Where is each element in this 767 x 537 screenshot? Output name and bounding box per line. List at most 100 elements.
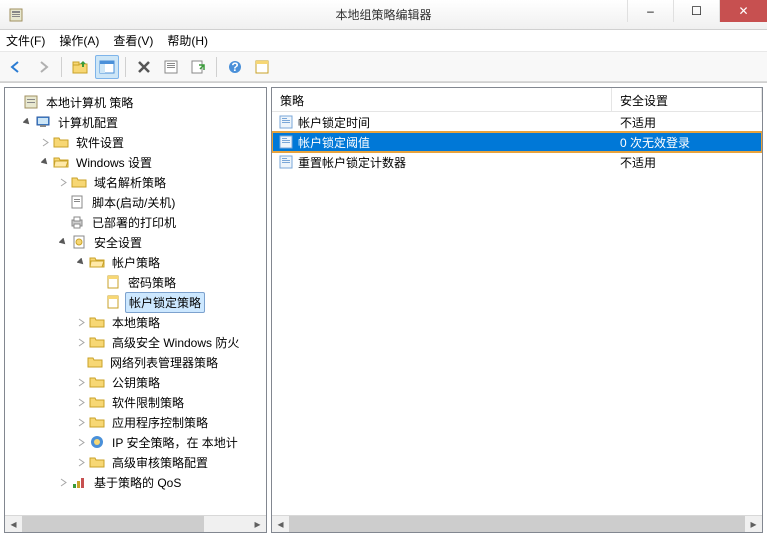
menubar: 文件(F) 操作(A) 查看(V) 帮助(H): [0, 30, 767, 52]
properties-button[interactable]: [159, 55, 183, 79]
menu-view[interactable]: 查看(V): [113, 32, 153, 49]
tree-account-lockout[interactable]: 帐户锁定策略: [9, 292, 266, 312]
toolbar: ?: [0, 52, 767, 82]
tree-network-list[interactable]: 网络列表管理器策略: [9, 352, 266, 372]
policy-text: 帐户锁定阈值: [298, 134, 370, 151]
export-button[interactable]: [186, 55, 210, 79]
filter-button[interactable]: [250, 55, 274, 79]
tree-security-settings[interactable]: 安全设置: [9, 232, 266, 252]
titlebar: 本地组策略编辑器 – ☐ ✕: [0, 0, 767, 30]
scrollbar-thumb[interactable]: [289, 516, 745, 533]
toolbar-separator: [125, 57, 126, 77]
tree-label: 本地计算机 策略: [43, 93, 136, 112]
window-controls: – ☐ ✕: [627, 0, 767, 29]
cell-policy: 帐户锁定阈值: [272, 134, 612, 151]
cell-setting: 不适用: [612, 114, 762, 131]
tree-software-settings[interactable]: 软件设置: [9, 132, 266, 152]
expander-collapse-icon[interactable]: [75, 256, 87, 268]
scroll-right-button[interactable]: ▸: [745, 516, 762, 533]
expander-collapse-icon[interactable]: [57, 236, 69, 248]
menu-file[interactable]: 文件(F): [6, 32, 45, 49]
tree-label: 高级安全 Windows 防火: [109, 333, 242, 352]
column-header-setting[interactable]: 安全设置: [612, 88, 762, 111]
tree-label: Windows 设置: [73, 153, 155, 172]
tree-label: 域名解析策略: [91, 173, 169, 192]
tree-ip-security[interactable]: IP 安全策略，在 本地计: [9, 432, 266, 452]
expander-expand-icon[interactable]: [57, 476, 69, 488]
tree-account-policies[interactable]: 帐户策略: [9, 252, 266, 272]
minimize-button[interactable]: –: [627, 0, 673, 22]
tree-password-policy[interactable]: 密码策略: [9, 272, 266, 292]
policy-text: 重置帐户锁定计数器: [298, 154, 406, 171]
cell-policy: 帐户锁定时间: [272, 114, 612, 131]
list-row[interactable]: 帐户锁定时间不适用: [272, 112, 762, 132]
policy-item-icon: [278, 134, 294, 150]
qos-icon: [71, 474, 87, 490]
list-body: 帐户锁定时间不适用帐户锁定阈值0 次无效登录重置帐户锁定计数器不适用: [272, 112, 762, 172]
policy-item-icon: [278, 114, 294, 130]
horizontal-scrollbar[interactable]: ◂ ▸: [5, 515, 266, 532]
tree-qos[interactable]: 基于策略的 QoS: [9, 472, 266, 492]
forward-button[interactable]: [31, 55, 55, 79]
expander-expand-icon[interactable]: [75, 416, 87, 428]
tree-public-key[interactable]: 公钥策略: [9, 372, 266, 392]
scroll-left-button[interactable]: ◂: [5, 516, 22, 533]
policy-icon: [23, 94, 39, 110]
tree-label: 本地策略: [109, 313, 163, 332]
expander-expand-icon[interactable]: [39, 136, 51, 148]
folder-icon: [89, 414, 105, 430]
tree-name-resolution[interactable]: 域名解析策略: [9, 172, 266, 192]
tree-app-control[interactable]: 应用程序控制策略: [9, 412, 266, 432]
expander-expand-icon[interactable]: [75, 316, 87, 328]
scrollbar-track[interactable]: [289, 516, 745, 533]
tree-software-restriction[interactable]: 软件限制策略: [9, 392, 266, 412]
horizontal-scrollbar[interactable]: ◂ ▸: [272, 515, 762, 532]
close-button[interactable]: ✕: [719, 0, 767, 22]
help-button[interactable]: ?: [223, 55, 247, 79]
tree-root[interactable]: 本地计算机 策略: [9, 92, 266, 112]
script-icon: [69, 194, 85, 210]
tree-scripts[interactable]: 脚本(启动/关机): [9, 192, 266, 212]
expander-expand-icon[interactable]: [75, 436, 87, 448]
expander-collapse-icon[interactable]: [21, 116, 33, 128]
scrollbar-thumb[interactable]: [22, 516, 204, 533]
svg-text:?: ?: [231, 60, 238, 74]
menu-help[interactable]: 帮助(H): [167, 32, 208, 49]
tree-firewall[interactable]: 高级安全 Windows 防火: [9, 332, 266, 352]
column-header-policy[interactable]: 策略: [272, 88, 612, 111]
tree-printers[interactable]: 已部署的打印机: [9, 212, 266, 232]
tree-local-policies[interactable]: 本地策略: [9, 312, 266, 332]
menu-action[interactable]: 操作(A): [59, 32, 99, 49]
delete-button[interactable]: [132, 55, 156, 79]
tree-pane: 本地计算机 策略 计算机配置 软件设置 Windows 设置 域名解析策: [4, 87, 267, 533]
tree-computer-config[interactable]: 计算机配置: [9, 112, 266, 132]
back-button[interactable]: [4, 55, 28, 79]
tree-advanced-audit[interactable]: 高级审核策略配置: [9, 452, 266, 472]
expander-collapse-icon[interactable]: [39, 156, 51, 168]
expander-expand-icon[interactable]: [75, 456, 87, 468]
tree-label: 密码策略: [125, 273, 179, 292]
expander-icon[interactable]: [9, 96, 21, 108]
up-button[interactable]: [68, 55, 92, 79]
scroll-right-button[interactable]: ▸: [249, 516, 266, 533]
folder-icon: [89, 374, 105, 390]
list-row[interactable]: 帐户锁定阈值0 次无效登录: [272, 132, 762, 152]
folder-icon: [89, 334, 105, 350]
scrollbar-track[interactable]: [22, 516, 249, 533]
expander-expand-icon[interactable]: [57, 176, 69, 188]
expander-expand-icon[interactable]: [75, 396, 87, 408]
expander-expand-icon[interactable]: [75, 376, 87, 388]
list-pane: 策略 安全设置 帐户锁定时间不适用帐户锁定阈值0 次无效登录重置帐户锁定计数器不…: [271, 87, 763, 533]
policy-item-icon: [105, 274, 121, 290]
list-row[interactable]: 重置帐户锁定计数器 不适用: [272, 152, 762, 172]
maximize-button[interactable]: ☐: [673, 0, 719, 22]
scroll-left-button[interactable]: ◂: [272, 516, 289, 533]
cell-setting: 不适用: [612, 154, 762, 171]
show-hide-tree-button[interactable]: [95, 55, 119, 79]
tree-label: 帐户锁定策略: [125, 292, 205, 313]
folder-icon: [89, 314, 105, 330]
tree-windows-settings[interactable]: Windows 设置: [9, 152, 266, 172]
tree-label: 高级审核策略配置: [109, 453, 211, 472]
folder-icon: [89, 394, 105, 410]
expander-expand-icon[interactable]: [75, 336, 87, 348]
